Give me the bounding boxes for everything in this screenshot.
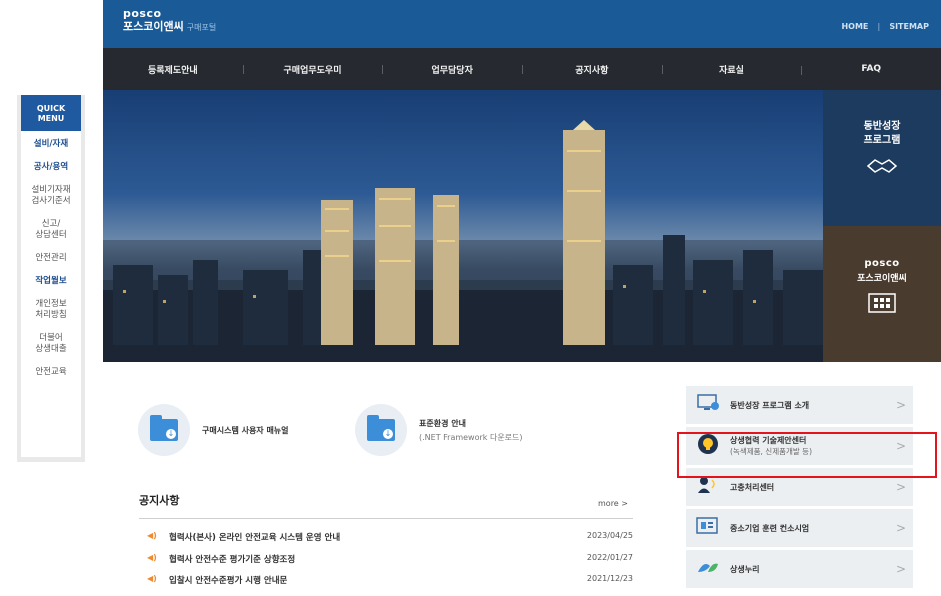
notice-row[interactable]: ◀) 협력사(본사) 온라인 안전교육 시스템 운영 안내 2023/04/25 bbox=[147, 531, 633, 545]
city-skyline-image bbox=[103, 120, 823, 362]
highlight-box bbox=[677, 432, 937, 478]
quick-item-label: 신고/ bbox=[41, 219, 61, 229]
quick-menu-header: QUICK MENU bbox=[21, 95, 81, 131]
quick-head-2: MENU bbox=[37, 114, 65, 123]
site-logo[interactable]: posco 포스코이앤씨 구매포털 bbox=[123, 8, 216, 35]
quick-item-equipment[interactable]: 설비/자재 bbox=[21, 139, 81, 150]
program-item-label: 고충처리센터 bbox=[730, 482, 775, 492]
quick-item-label-2: 검사기준서 bbox=[31, 196, 71, 206]
nav-item-purchase-helper[interactable]: 구매업무도우미 bbox=[242, 63, 383, 76]
program-item-sangsaeng-nuri[interactable]: 상생누리 > bbox=[686, 550, 913, 588]
program-item-label: 동반성장 프로그램 소개 bbox=[730, 400, 810, 410]
notice-row-title: 협력사(본사) 온라인 안전교육 시스템 운영 안내 bbox=[169, 533, 341, 543]
hero-banner bbox=[103, 90, 823, 362]
notice-section-title: 공지사항 bbox=[139, 494, 180, 507]
quick-item-label: 설비기자재 bbox=[31, 185, 71, 195]
nav-item-registration[interactable]: 등록제도안내 bbox=[103, 63, 243, 76]
shared-growth-banner[interactable]: 동반성장프로그램 bbox=[823, 90, 941, 226]
posco-enc-ko: 포스코이앤씨 bbox=[857, 274, 907, 284]
quick-item-loan[interactable]: 더불어 상생대출 bbox=[21, 333, 81, 355]
user-manual-shortcut[interactable]: ↓ 구매시스템 사용자 매뉴얼 bbox=[138, 404, 289, 456]
chevron-right-icon: > bbox=[895, 480, 907, 494]
program-item-label: 상생누리 bbox=[730, 564, 760, 574]
quick-item-inspection[interactable]: 설비기자재 검사기준서 bbox=[21, 185, 81, 207]
env-guide-label: 표준환경 안내 (.NET Framework 다운로드) bbox=[419, 418, 523, 443]
quick-item-label: 더불어 bbox=[39, 333, 63, 343]
quick-item-label: 개인정보 bbox=[35, 299, 67, 309]
quick-item-label-2: 상담센터 bbox=[35, 230, 67, 240]
chevron-right-icon: > bbox=[895, 398, 907, 412]
logo-en: posco bbox=[123, 7, 162, 20]
util-links: HOME | SITEMAP bbox=[841, 22, 929, 31]
quick-item-label: 설비/자재 bbox=[33, 139, 69, 149]
quick-item-safety[interactable]: 안전관리 bbox=[21, 253, 81, 264]
notice-row[interactable]: ◀) 입찰시 안전수준평가 시행 안내문 2021/12/23 bbox=[147, 574, 633, 588]
quick-item-privacy[interactable]: 개인정보 처리방침 bbox=[21, 299, 81, 321]
notice-row-date: 2023/04/25 bbox=[586, 531, 633, 540]
speaker-person-icon bbox=[686, 475, 730, 499]
chevron-right-icon: > bbox=[895, 521, 907, 535]
quick-menu-list: 설비/자재 공사/용역 설비기자재 검사기준서 신고/상담센터 안전관리 작업월보… bbox=[21, 131, 81, 457]
shared-growth-label: 동반성장프로그램 bbox=[823, 120, 941, 148]
quick-item-label: 안전관리 bbox=[35, 253, 67, 263]
page: posco 포스코이앤씨 구매포털 HOME | SITEMAP 등록제도안내 구매업… bbox=[0, 0, 941, 596]
board-icon bbox=[686, 516, 730, 540]
notice-row-date: 2021/12/23 bbox=[586, 574, 633, 583]
home-link[interactable]: HOME bbox=[841, 22, 868, 31]
quick-item-report-center[interactable]: 신고/상담센터 bbox=[21, 219, 81, 241]
quick-item-label: 공사/용역 bbox=[33, 162, 69, 172]
quick-item-label-2: 처리방침 bbox=[35, 310, 67, 320]
sitemap-link[interactable]: SITEMAP bbox=[889, 22, 929, 31]
program-item-training[interactable]: 중소기업 훈련 컨소시엄 > bbox=[686, 509, 913, 547]
chevron-right-icon: > bbox=[895, 562, 907, 576]
quick-head-1: QUICK bbox=[36, 104, 66, 113]
quick-item-label: 작업월보 bbox=[35, 276, 67, 286]
handshake-icon bbox=[866, 159, 898, 173]
site-header: posco 포스코이앤씨 구매포털 HOME | SITEMAP bbox=[103, 0, 941, 48]
building-icon bbox=[868, 293, 896, 313]
quick-item-label-2: 상생대출 bbox=[35, 344, 67, 354]
shared-growth-line1: 동반성장 bbox=[863, 121, 901, 132]
quick-item-work-report[interactable]: 작업월보 bbox=[21, 276, 81, 287]
quick-item-construction[interactable]: 공사/용역 bbox=[21, 162, 81, 173]
main-nav: 등록제도안내 구매업무도우미 업무담당자 공지사항 자료실 FAQ bbox=[103, 48, 941, 90]
megaphone-icon: ◀) bbox=[147, 574, 157, 583]
env-guide-sub: (.NET Framework 다운로드) bbox=[419, 432, 523, 442]
notice-row-date: 2022/01/27 bbox=[586, 553, 633, 562]
notice-divider bbox=[139, 518, 633, 519]
env-guide-shortcut[interactable]: ↓ 표준환경 안내 (.NET Framework 다운로드) bbox=[355, 404, 523, 456]
folder-download-icon: ↓ bbox=[138, 404, 190, 456]
posco-enc-banner[interactable]: posco 포스코이앤씨 bbox=[823, 226, 941, 362]
notice-more-link[interactable]: more > bbox=[598, 499, 628, 508]
util-separator: | bbox=[877, 22, 881, 31]
folder-download-icon: ↓ bbox=[355, 404, 407, 456]
program-link-list: 동반성장 프로그램 소개 > 상생협력 기술제안센터 (녹색제품, 신제품개발 등… bbox=[686, 386, 913, 591]
monitor-icon bbox=[686, 394, 730, 416]
megaphone-icon: ◀) bbox=[147, 531, 157, 540]
nav-item-contacts[interactable]: 업무담당자 bbox=[382, 63, 522, 76]
program-item-label: 중소기업 훈련 컨소시엄 bbox=[730, 523, 810, 533]
notice-row-title: 입찰시 안전수준평가 시행 안내문 bbox=[169, 576, 288, 586]
notice-row-title: 협력사 안전수준 평가기준 상향조정 bbox=[169, 555, 296, 565]
quick-menu: QUICK MENU 설비/자재 공사/용역 설비기자재 검사기준서 신고/상담센터… bbox=[17, 95, 85, 462]
logo-ko: 포스코이앤씨 구매포털 bbox=[123, 20, 216, 35]
quick-item-safety-education[interactable]: 안전교육 bbox=[21, 367, 81, 378]
nav-item-archive[interactable]: 자료실 bbox=[661, 63, 802, 76]
nav-item-faq[interactable]: FAQ bbox=[801, 64, 941, 75]
program-item-shared-growth[interactable]: 동반성장 프로그램 소개 > bbox=[686, 386, 913, 424]
user-manual-label: 구매시스템 사용자 매뉴얼 bbox=[202, 425, 289, 435]
posco-enc-en: posco bbox=[864, 258, 900, 269]
shared-growth-line2: 프로그램 bbox=[863, 135, 901, 146]
leaf-icon bbox=[686, 558, 730, 580]
megaphone-icon: ◀) bbox=[147, 553, 157, 562]
quick-item-label: 안전교육 bbox=[35, 367, 67, 377]
nav-item-notice[interactable]: 공지사항 bbox=[522, 63, 662, 76]
logo-ko-text: 포스코이앤씨 bbox=[123, 20, 184, 33]
notice-row[interactable]: ◀) 협력사 안전수준 평가기준 상향조정 2022/01/27 bbox=[147, 553, 633, 567]
logo-sub: 구매포털 bbox=[186, 23, 217, 32]
env-guide-title: 표준환경 안내 bbox=[419, 418, 466, 428]
